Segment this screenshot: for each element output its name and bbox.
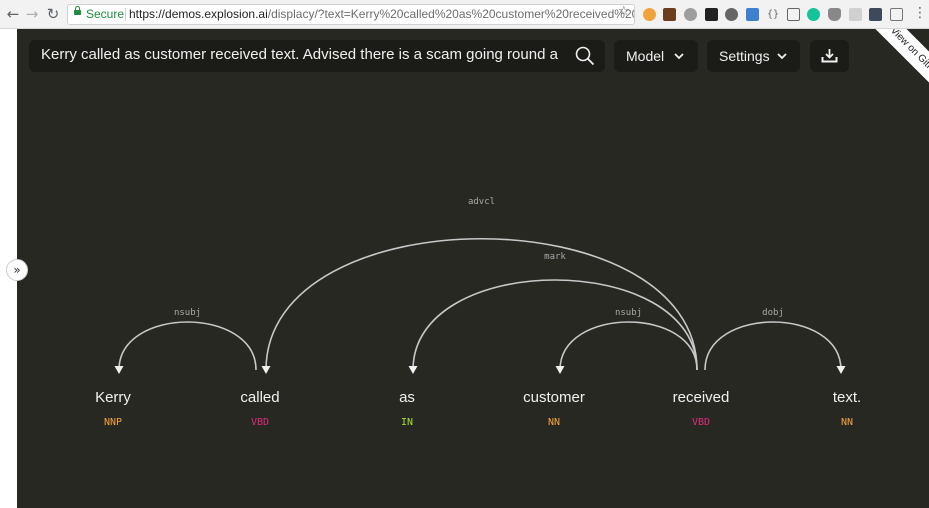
cast-icon[interactable] bbox=[787, 8, 800, 21]
browser-menu-icon[interactable]: ⋮ bbox=[913, 5, 927, 21]
url-host: https://demos.explosion.ai bbox=[129, 7, 268, 21]
arc-label: nsubj bbox=[615, 308, 642, 318]
jb-extension-icon[interactable] bbox=[705, 8, 718, 21]
reload-icon[interactable]: ↻ bbox=[44, 5, 62, 23]
arc-dobj bbox=[704, 321, 842, 371]
token-tag: NN bbox=[840, 417, 854, 428]
token-word: called bbox=[240, 389, 280, 406]
shield-extension-icon[interactable] bbox=[828, 8, 841, 21]
token-word: Kerry bbox=[95, 389, 131, 406]
address-separator bbox=[125, 8, 126, 21]
displacy-canvas: Kerry called as customer received text. … bbox=[17, 29, 929, 508]
dependency-arcs: nsubj advcl mark nsubj dobj bbox=[114, 197, 846, 374]
bookmark-star-icon[interactable]: ☆ bbox=[618, 4, 630, 19]
arc-arrowhead bbox=[261, 366, 271, 374]
token-word: as bbox=[399, 389, 415, 406]
arc-label: nsubj bbox=[174, 308, 201, 318]
address-bar[interactable]: Secure https://demos.explosion.ai/displa… bbox=[67, 4, 635, 25]
url-text: https://demos.explosion.ai/displacy/?tex… bbox=[129, 5, 635, 24]
arc-label: advcl bbox=[468, 197, 495, 207]
json-extension-icon[interactable]: {} bbox=[767, 8, 780, 21]
back-arrow-icon[interactable]: ← bbox=[4, 5, 22, 23]
token-word: customer bbox=[523, 389, 585, 406]
secure-label: Secure bbox=[86, 7, 125, 21]
forward-arrow-icon[interactable]: → bbox=[23, 5, 41, 23]
token-word: text. bbox=[832, 389, 862, 406]
arc-label: dobj bbox=[762, 308, 784, 318]
arc-arrowhead bbox=[408, 366, 418, 374]
arc-arrowhead bbox=[555, 366, 565, 374]
blank-extension-icon[interactable] bbox=[849, 8, 862, 21]
browser-toolbar: ← → ↻ Secure https://demos.explosion.ai/… bbox=[0, 0, 929, 29]
recycle-extension-icon[interactable] bbox=[725, 8, 738, 21]
arc-arrowhead bbox=[114, 366, 124, 374]
fox-extension-icon[interactable] bbox=[663, 8, 676, 21]
lock-icon bbox=[74, 6, 81, 15]
arc-label: mark bbox=[544, 252, 566, 262]
grammarly-icon[interactable] bbox=[807, 8, 820, 21]
token-tag: IN bbox=[400, 417, 414, 428]
arc-advcl bbox=[265, 237, 698, 371]
token-tag: NNP bbox=[103, 417, 123, 428]
token-tag: VBD bbox=[691, 417, 711, 428]
arc-nsubj bbox=[118, 321, 257, 371]
globe-extension-icon[interactable] bbox=[684, 8, 697, 21]
arc-arrowhead bbox=[836, 366, 846, 374]
expand-panel-icon[interactable]: » bbox=[6, 259, 28, 281]
url-path: /displacy/?text=Kerry%20called%20as%20cu… bbox=[267, 7, 635, 21]
grid-extension-icon[interactable] bbox=[890, 8, 903, 21]
cookie-extension-icon[interactable] bbox=[643, 8, 656, 21]
dashboard-extension-icon[interactable] bbox=[869, 8, 882, 21]
translate-extension-icon[interactable] bbox=[746, 8, 759, 21]
token-word: received bbox=[672, 389, 730, 406]
token-tag: VBD bbox=[250, 417, 270, 428]
arc-nsubj bbox=[559, 321, 698, 371]
token-tag: NN bbox=[547, 417, 561, 428]
